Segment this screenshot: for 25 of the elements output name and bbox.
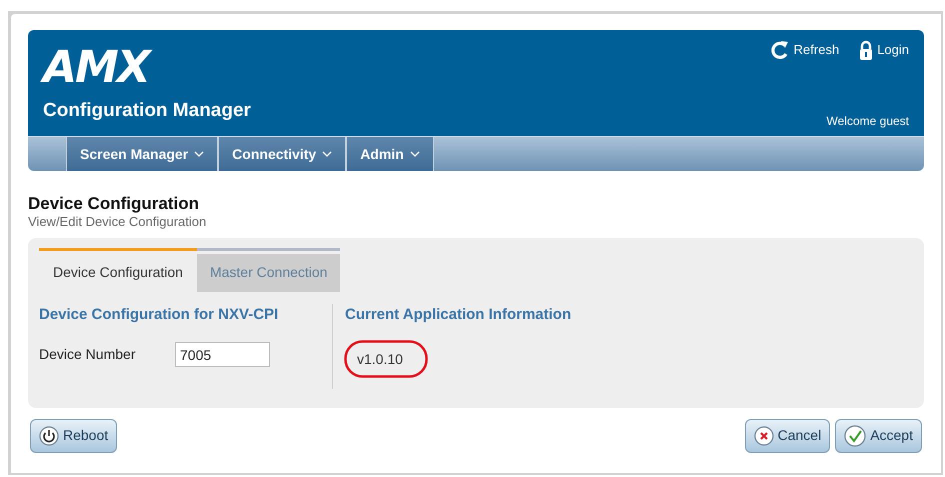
chevron-down-icon: [194, 151, 204, 157]
nav-menu-item[interactable]: Connectivity: [218, 137, 346, 171]
nav-menu-item[interactable]: Screen Manager: [66, 137, 218, 171]
welcome-text: Welcome guest: [826, 113, 909, 130]
chevron-down-icon: [410, 151, 420, 157]
close-icon: [754, 426, 774, 446]
section-heading: Current Application Information: [345, 304, 572, 324]
version-text: v1.0.10: [357, 350, 403, 368]
refresh-link[interactable]: Refresh: [770, 40, 840, 60]
section-heading: Device Configuration for NXV-CPI: [39, 304, 280, 324]
nav-menu-item[interactable]: Admin: [346, 137, 434, 171]
login-link[interactable]: Login: [859, 40, 909, 60]
power-icon: [39, 426, 59, 446]
refresh-icon: [770, 40, 790, 60]
accept-button[interactable]: Accept: [835, 418, 922, 452]
field-label: Device Number: [39, 345, 136, 364]
app-title: Configuration Manager: [43, 98, 251, 122]
cancel-button[interactable]: Cancel: [744, 418, 830, 452]
page-title: Device Configuration: [28, 193, 200, 214]
padlock-icon: [859, 40, 874, 60]
device-number-field[interactable]: 7005: [175, 342, 270, 367]
checkmark-icon: [844, 424, 866, 446]
chevron-down-icon: [322, 151, 332, 157]
reboot-button[interactable]: Reboot: [30, 418, 118, 452]
page-subtitle: View/Edit Device Configuration: [28, 214, 208, 230]
